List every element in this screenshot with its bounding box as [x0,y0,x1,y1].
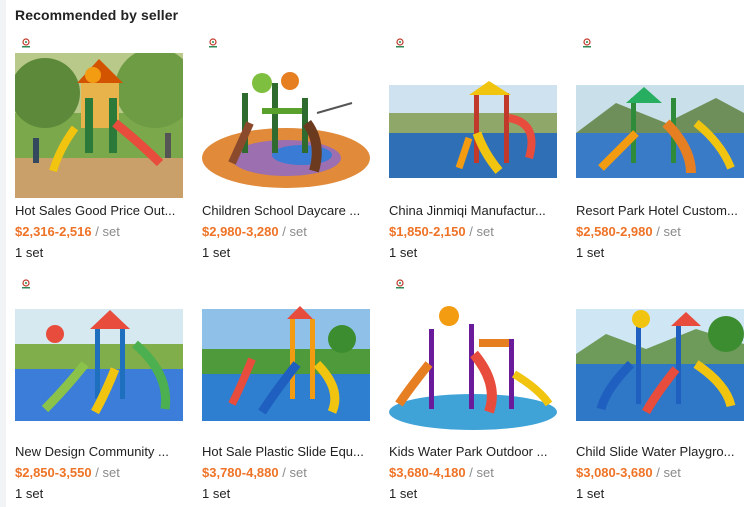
supplier-logo-icon [22,38,30,48]
product-price: $3,080-3,680 [576,465,653,480]
product-image[interactable] [15,53,183,198]
product-price: $2,850-3,550 [15,465,92,480]
min-order: 1 set [15,245,44,260]
min-order: 1 set [202,245,231,260]
product-card[interactable]: Resort Park Hotel Custom... $2,580-2,980… [576,36,744,277]
supplier-logo-icon [396,38,404,48]
section-title: Recommended by seller [15,7,179,23]
supplier-logo-icon [209,38,217,48]
price-unit: / set [469,224,494,239]
price-line: $2,316-2,516 / set [15,224,183,240]
price-line: $3,680-4,180 / set [389,465,557,481]
price-line: $3,080-3,680 / set [576,465,744,481]
product-title[interactable]: China Jinmiqi Manufactur... [389,203,557,219]
product-price: $2,980-3,280 [202,224,279,239]
product-grid: Hot Sales Good Price Out... $2,316-2,516… [15,36,750,507]
price-unit: / set [656,224,681,239]
price-unit: / set [282,465,307,480]
product-price: $1,850-2,150 [389,224,466,239]
price-unit: / set [469,465,494,480]
price-line: $2,980-3,280 / set [202,224,370,240]
product-card[interactable]: Children School Daycare ... $2,980-3,280… [202,36,370,277]
product-title[interactable]: Hot Sale Plastic Slide Equ... [202,444,370,460]
price-unit: / set [95,224,120,239]
product-image[interactable] [576,53,744,198]
min-order: 1 set [202,486,231,501]
product-image[interactable] [15,294,183,439]
left-gutter [0,0,6,507]
product-card[interactable]: Hot Sales Good Price Out... $2,316-2,516… [15,36,183,277]
product-card[interactable]: Hot Sale Plastic Slide Equ... $3,780-4,8… [202,277,370,507]
product-title[interactable]: New Design Community ... [15,444,183,460]
min-order: 1 set [389,245,418,260]
min-order: 1 set [389,486,418,501]
product-title[interactable]: Kids Water Park Outdoor ... [389,444,557,460]
product-card[interactable]: New Design Community ... $2,850-3,550 / … [15,277,183,507]
product-image[interactable] [576,294,744,439]
price-line: $1,850-2,150 / set [389,224,557,240]
price-line: $3,780-4,880 / set [202,465,370,481]
min-order: 1 set [576,245,605,260]
product-price: $2,580-2,980 [576,224,653,239]
product-title[interactable]: Children School Daycare ... [202,203,370,219]
product-image[interactable] [389,53,557,198]
price-line: $2,580-2,980 / set [576,224,744,240]
supplier-logo-icon [396,279,404,289]
product-price: $3,780-4,880 [202,465,279,480]
price-unit: / set [282,224,307,239]
product-title[interactable]: Hot Sales Good Price Out... [15,203,183,219]
product-card[interactable]: China Jinmiqi Manufactur... $1,850-2,150… [389,36,557,277]
supplier-logo-icon [583,38,591,48]
product-price: $3,680-4,180 [389,465,466,480]
price-unit: / set [95,465,120,480]
price-line: $2,850-3,550 / set [15,465,183,481]
supplier-logo-icon [22,279,30,289]
product-title[interactable]: Resort Park Hotel Custom... [576,203,744,219]
product-title[interactable]: Child Slide Water Playgro... [576,444,744,460]
product-card[interactable]: Child Slide Water Playgro... $3,080-3,68… [576,277,744,507]
product-card[interactable]: Kids Water Park Outdoor ... $3,680-4,180… [389,277,557,507]
product-image[interactable] [389,294,557,439]
product-image[interactable] [202,53,370,198]
min-order: 1 set [15,486,44,501]
product-image[interactable] [202,294,370,439]
product-price: $2,316-2,516 [15,224,92,239]
min-order: 1 set [576,486,605,501]
price-unit: / set [656,465,681,480]
